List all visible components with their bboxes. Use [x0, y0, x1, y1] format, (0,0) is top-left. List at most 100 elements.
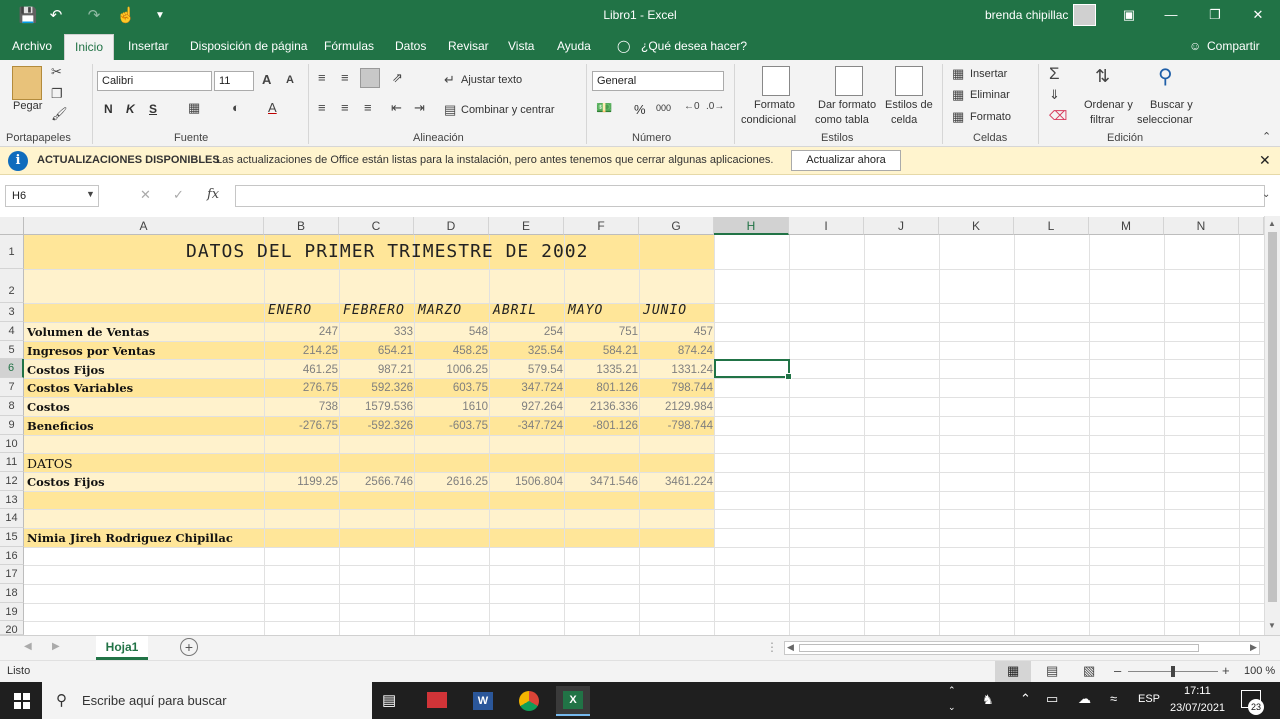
row-header[interactable]: 11 — [0, 453, 24, 472]
column-header[interactable]: N — [1164, 217, 1239, 235]
tab-disposicion[interactable]: Disposición de página — [190, 39, 307, 53]
paste-icon[interactable] — [12, 66, 42, 100]
close-icon[interactable]: ✕ — [1243, 4, 1273, 26]
scroll-left-icon[interactable]: ◀ — [787, 642, 794, 653]
sort-filter-button-2[interactable]: filtrar — [1090, 114, 1114, 126]
chevron-down-icon[interactable]: ⌄ — [948, 702, 956, 713]
people-icon[interactable]: ♞ — [982, 692, 994, 708]
row-header[interactable]: 5 — [0, 341, 24, 359]
value-cell[interactable]: -801.126 — [564, 420, 638, 432]
row-label-cell[interactable]: Costos Fijos — [27, 475, 105, 489]
month-header-cell[interactable]: ABRIL — [493, 303, 537, 318]
user-name[interactable]: brenda chipillac — [985, 8, 1068, 22]
sort-filter-button[interactable]: Ordenar y — [1084, 99, 1133, 111]
row-header[interactable]: 12 — [0, 472, 24, 491]
scroll-right-icon[interactable]: ▶ — [1250, 642, 1257, 653]
row-header[interactable]: 17 — [0, 565, 24, 584]
wrap-text-button[interactable]: Ajustar texto — [461, 74, 522, 86]
add-sheet-icon[interactable]: + — [180, 638, 198, 656]
align-right-icon[interactable]: ≡ — [364, 100, 372, 115]
number-format-select[interactable]: General — [592, 71, 724, 91]
align-top-icon[interactable]: ≡ — [318, 70, 326, 85]
value-cell[interactable]: -276.75 — [264, 420, 338, 432]
row-label-cell[interactable]: Volumen de Ventas — [27, 325, 149, 339]
conditional-format-button-2[interactable]: condicional — [741, 114, 796, 126]
value-cell[interactable]: 1006.25 — [414, 364, 488, 376]
battery-icon[interactable]: ▭ — [1046, 691, 1058, 707]
row-label-cell[interactable]: Costos Variables — [27, 381, 133, 395]
value-cell[interactable]: 3461.224 — [639, 476, 713, 488]
row-header[interactable]: 9 — [0, 416, 24, 435]
language-indicator[interactable]: ESP — [1138, 693, 1160, 705]
value-cell[interactable]: 548 — [414, 326, 488, 338]
row-header[interactable]: 15 — [0, 528, 24, 547]
row-label-cell[interactable]: Ingresos por Ventas — [27, 344, 155, 358]
format-painter-icon[interactable]: 🖌 — [51, 106, 68, 122]
task-view-icon[interactable]: ▤ — [382, 691, 396, 709]
format-cells-button[interactable]: Formato — [970, 111, 1011, 123]
value-cell[interactable]: 333 — [339, 326, 413, 338]
cut-icon[interactable]: ✂ — [51, 64, 62, 80]
row-header[interactable]: 20 — [0, 621, 24, 635]
maximize-icon[interactable]: ❐ — [1200, 4, 1230, 26]
column-header[interactable]: J — [864, 217, 939, 235]
align-bottom-icon[interactable] — [360, 68, 380, 88]
select-all-corner[interactable] — [0, 217, 24, 235]
value-cell[interactable]: 1331.24 — [639, 364, 713, 376]
value-cell[interactable]: 751 — [564, 326, 638, 338]
tray-expand-icon[interactable]: ⌃ — [1020, 691, 1031, 707]
splitter-icon[interactable]: ⋮ — [766, 640, 778, 654]
scroll-up-icon[interactable]: ▲ — [1268, 219, 1276, 228]
fill-icon[interactable]: ⇓ — [1049, 87, 1060, 103]
delete-cells-button[interactable]: Eliminar — [970, 89, 1010, 101]
column-header[interactable] — [1239, 217, 1264, 235]
value-cell[interactable]: -603.75 — [414, 420, 488, 432]
column-header[interactable]: C — [339, 217, 414, 235]
enter-icon[interactable]: ✓ — [173, 187, 184, 203]
vertical-scrollbar[interactable]: ▲ ▼ — [1264, 216, 1280, 635]
font-size-select[interactable]: 11 — [214, 71, 254, 91]
cancel-icon[interactable]: ✕ — [140, 187, 151, 203]
cell-styles-button[interactable]: Estilos de — [885, 99, 933, 111]
chevron-up-icon[interactable]: ⌃ — [948, 685, 956, 696]
taskbar-app-presentation[interactable] — [420, 686, 454, 716]
value-cell[interactable]: 801.126 — [564, 382, 638, 394]
month-header-cell[interactable]: MAYO — [568, 303, 603, 318]
font-color-icon[interactable]: A — [268, 100, 277, 115]
row-header-selected[interactable]: 6 — [0, 359, 24, 378]
column-header[interactable]: B — [264, 217, 339, 235]
sheet-title-cell[interactable]: DATOS DEL PRIMER TRIMESTRE DE 2002 — [186, 241, 588, 262]
update-now-button[interactable]: Actualizar ahora — [791, 150, 901, 171]
borders-icon[interactable]: ▦ — [188, 100, 200, 116]
row-header[interactable]: 16 — [0, 547, 24, 565]
zoom-level[interactable]: 100 % — [1244, 665, 1275, 677]
zoom-in-icon[interactable]: + — [1222, 663, 1230, 678]
value-cell[interactable]: -347.724 — [489, 420, 563, 432]
column-header[interactable]: E — [489, 217, 564, 235]
sheet-tab-hoja1[interactable]: Hoja1 — [96, 636, 148, 660]
zoom-slider-thumb[interactable] — [1171, 666, 1175, 677]
value-cell[interactable]: 927.264 — [489, 401, 563, 413]
insert-cells-button[interactable]: Insertar — [970, 68, 1007, 80]
tell-me-search[interactable]: ¿Qué desea hacer? — [641, 39, 747, 53]
month-header-cell[interactable]: ENERO — [268, 303, 312, 318]
value-cell[interactable]: 458.25 — [414, 345, 488, 357]
increase-font-icon[interactable]: A — [262, 72, 271, 87]
align-center-icon[interactable]: ≡ — [341, 100, 349, 115]
value-cell[interactable]: 1610 — [414, 401, 488, 413]
format-as-table-button-2[interactable]: como tabla — [815, 114, 869, 126]
scroll-down-icon[interactable]: ▼ — [1268, 621, 1276, 630]
currency-icon[interactable]: 💵 — [596, 100, 612, 116]
month-header-cell[interactable]: FEBRERO — [343, 303, 405, 318]
normal-view-icon[interactable]: ▦ — [995, 661, 1031, 682]
page-break-icon[interactable]: ▧ — [1083, 663, 1095, 679]
share-button[interactable]: Compartir — [1207, 39, 1260, 53]
bold-button[interactable]: N — [104, 102, 113, 116]
value-cell[interactable]: 2566.746 — [339, 476, 413, 488]
orientation-icon[interactable]: ⇗ — [392, 70, 403, 86]
value-cell[interactable]: 1506.804 — [489, 476, 563, 488]
avatar[interactable] — [1073, 4, 1096, 26]
value-cell[interactable]: 247 — [264, 326, 338, 338]
row-header[interactable]: 3 — [0, 303, 24, 322]
value-cell[interactable]: 798.744 — [639, 382, 713, 394]
